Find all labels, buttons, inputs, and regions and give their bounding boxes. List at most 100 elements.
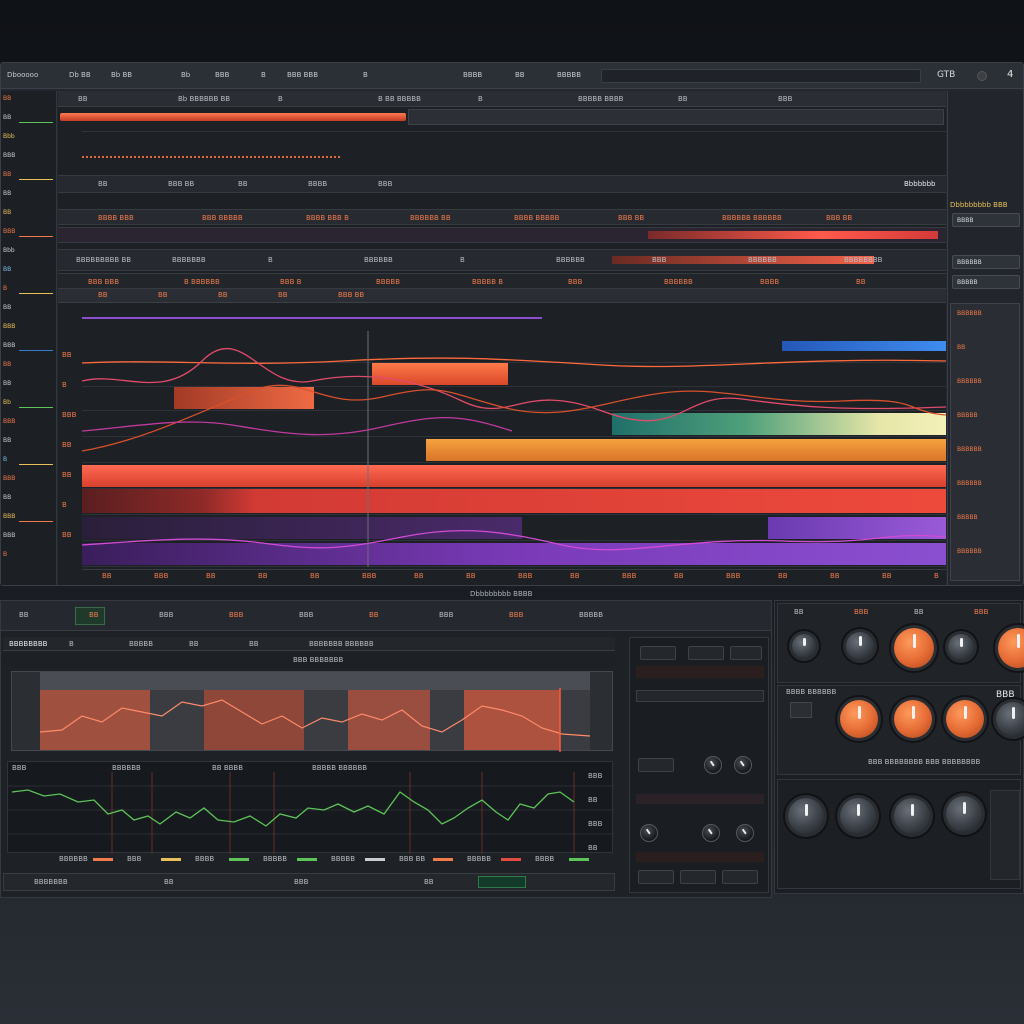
bar-ruler[interactable]: BB BB BB BB BBB BB [58, 289, 946, 303]
track-label-7[interactable]: BB [3, 209, 11, 216]
synth-tab-4[interactable]: BBB [974, 608, 988, 616]
toolbar-item-2[interactable]: B [69, 640, 74, 648]
strip4-item-4[interactable]: BBBBB [376, 278, 400, 286]
strip1-item-2[interactable]: BBB BB [168, 180, 194, 188]
bar-ruler-label-5[interactable]: BBB BB [338, 291, 364, 299]
fx-button-2[interactable] [688, 646, 724, 660]
track-label-18[interactable]: BBB [3, 418, 15, 425]
transport-item-1[interactable]: BBBBBBB [34, 878, 68, 886]
strip2-item-2[interactable]: BBB BBBBB [202, 214, 243, 222]
bottom-ruler-label-16[interactable]: BB [882, 572, 892, 580]
toolbar-item-5[interactable]: BB [249, 640, 259, 648]
strip3-item-3[interactable]: B [268, 256, 273, 264]
strip2-item-7[interactable]: BBBBBB BBBBBB [722, 214, 782, 222]
bottom-ruler-label-3[interactable]: BB [206, 572, 216, 580]
track-label-11[interactable]: B [3, 285, 7, 292]
bottom-ruler-label-8[interactable]: BB [466, 572, 476, 580]
bottom-ruler-label-14[interactable]: BB [778, 572, 788, 580]
menu-item-options[interactable]: BBB BBB [287, 71, 318, 79]
menu-search-field[interactable] [601, 69, 921, 83]
strip2-item-4[interactable]: BBBBBB BB [410, 214, 451, 222]
menu-item-mix[interactable]: B [261, 71, 266, 79]
track-label-12[interactable]: BB [3, 304, 11, 311]
editor-tab-9[interactable]: BBBBB [579, 611, 603, 619]
bar-ruler-label-3[interactable]: BB [218, 291, 228, 299]
ruler-scroll[interactable] [408, 109, 944, 125]
synth-tab-2[interactable]: BBB [854, 608, 868, 616]
editor-tab-6[interactable]: BB [369, 611, 379, 619]
menu-item-track[interactable]: Bb [181, 71, 190, 79]
bottom-ruler-label-4[interactable]: BB [258, 572, 268, 580]
transport-play-button[interactable] [478, 876, 526, 888]
bar-ruler-label-1[interactable]: BB [98, 291, 108, 299]
editor-tab-3[interactable]: BBB [159, 611, 173, 619]
menu-item-clip[interactable]: BBB [215, 71, 229, 79]
menu-item-file[interactable]: Dbooooo [7, 71, 38, 79]
knob-orange-5[interactable] [946, 700, 984, 738]
knob-dark-2[interactable] [840, 798, 876, 834]
strip3-item-2[interactable]: BBBBBBB [172, 256, 206, 264]
strip1-right-label[interactable]: Bbbbbbb [904, 180, 935, 188]
menu-item-window[interactable]: BBBB [463, 71, 482, 79]
inspector-row-1[interactable]: BBBBBB [957, 310, 982, 317]
fx-button-3[interactable] [730, 646, 762, 660]
editor-tab-1[interactable]: BB [19, 611, 29, 619]
strip2-item-6[interactable]: BBB BB [618, 214, 644, 222]
strip4-item-3[interactable]: BBB B [280, 278, 301, 286]
synth-tab-1[interactable]: BB [794, 608, 804, 616]
track-label-9[interactable]: Bbb [3, 247, 15, 254]
ruler-label-2[interactable]: Bb BBBBBB BB [178, 95, 230, 103]
knob-dark-3[interactable] [894, 798, 930, 834]
editor-tab-2[interactable]: BB [89, 611, 99, 619]
bottom-ruler-label-6[interactable]: BBB [362, 572, 376, 580]
knob-small-1[interactable] [792, 634, 816, 658]
automation-bar[interactable] [648, 231, 938, 239]
track-label-17[interactable]: Bb [3, 399, 11, 406]
editor-tab-5[interactable]: BBB [299, 611, 313, 619]
ruler-label-6[interactable]: BBBBB BBBB [578, 95, 623, 103]
automation-curves[interactable] [82, 331, 946, 567]
menu-item-edit[interactable]: Db BB [69, 71, 91, 79]
inspector-button-1[interactable]: BBBB [952, 213, 1020, 227]
strip3-item-9[interactable]: BBBBBBBB [844, 256, 882, 264]
fx-button-7[interactable] [722, 870, 758, 884]
fx-slot-3[interactable] [636, 852, 764, 862]
transport-item-2[interactable]: BB [164, 878, 174, 886]
track-label-13[interactable]: BBB [3, 323, 15, 330]
selection-bar[interactable] [60, 113, 406, 121]
fx-slot-1[interactable] [636, 690, 764, 702]
fx-button-4[interactable] [638, 758, 674, 772]
transport-item-4[interactable]: BB [424, 878, 434, 886]
inspector-row-7[interactable]: BBBBB [957, 514, 978, 521]
track-label-1[interactable]: BB [3, 95, 11, 102]
fx-knob-1[interactable] [704, 756, 722, 774]
inspector-row-8[interactable]: BBBBBB [957, 548, 982, 555]
inspector-button-2[interactable]: BBBBBB [952, 255, 1020, 269]
bottom-ruler-label-12[interactable]: BB [674, 572, 684, 580]
bottom-ruler-label-10[interactable]: BB [570, 572, 580, 580]
knob-orange-3[interactable] [840, 700, 878, 738]
editor-tab-7[interactable]: BBB [439, 611, 453, 619]
strip2-item-5[interactable]: BBBB BBBBB [514, 214, 559, 222]
strip4-item-9[interactable]: BB [856, 278, 866, 286]
toolbar-item-1[interactable]: BBBBBBBB [9, 640, 47, 648]
track-label-6[interactable]: BB [3, 190, 11, 197]
transport-item-3[interactable]: BBB [294, 878, 308, 886]
strip2-item-3[interactable]: BBBB BBB B [306, 214, 349, 222]
region-4[interactable] [464, 690, 560, 750]
ruler-label-3[interactable]: B [278, 95, 283, 103]
settings-icon[interactable] [977, 71, 987, 81]
fx-button-6[interactable] [680, 870, 716, 884]
track-label-21[interactable]: BBB [3, 475, 15, 482]
inspector-row-2[interactable]: BB [957, 344, 965, 351]
toolbar-item-3[interactable]: BBBBB [129, 640, 153, 648]
track-label-14[interactable]: BBB [3, 342, 15, 349]
bottom-ruler-label-2[interactable]: BBB [154, 572, 168, 580]
strip3-item-1[interactable]: BBBBBBBBB BB [76, 256, 131, 264]
track-label-19[interactable]: BB [3, 437, 11, 444]
knob-small-2[interactable] [846, 632, 874, 660]
inspector-row-6[interactable]: BBBBBB [957, 480, 982, 487]
track-label-3[interactable]: Bbb [3, 133, 15, 140]
inspector-row-4[interactable]: BBBBB [957, 412, 978, 419]
ruler-label-1[interactable]: BB [78, 95, 88, 103]
